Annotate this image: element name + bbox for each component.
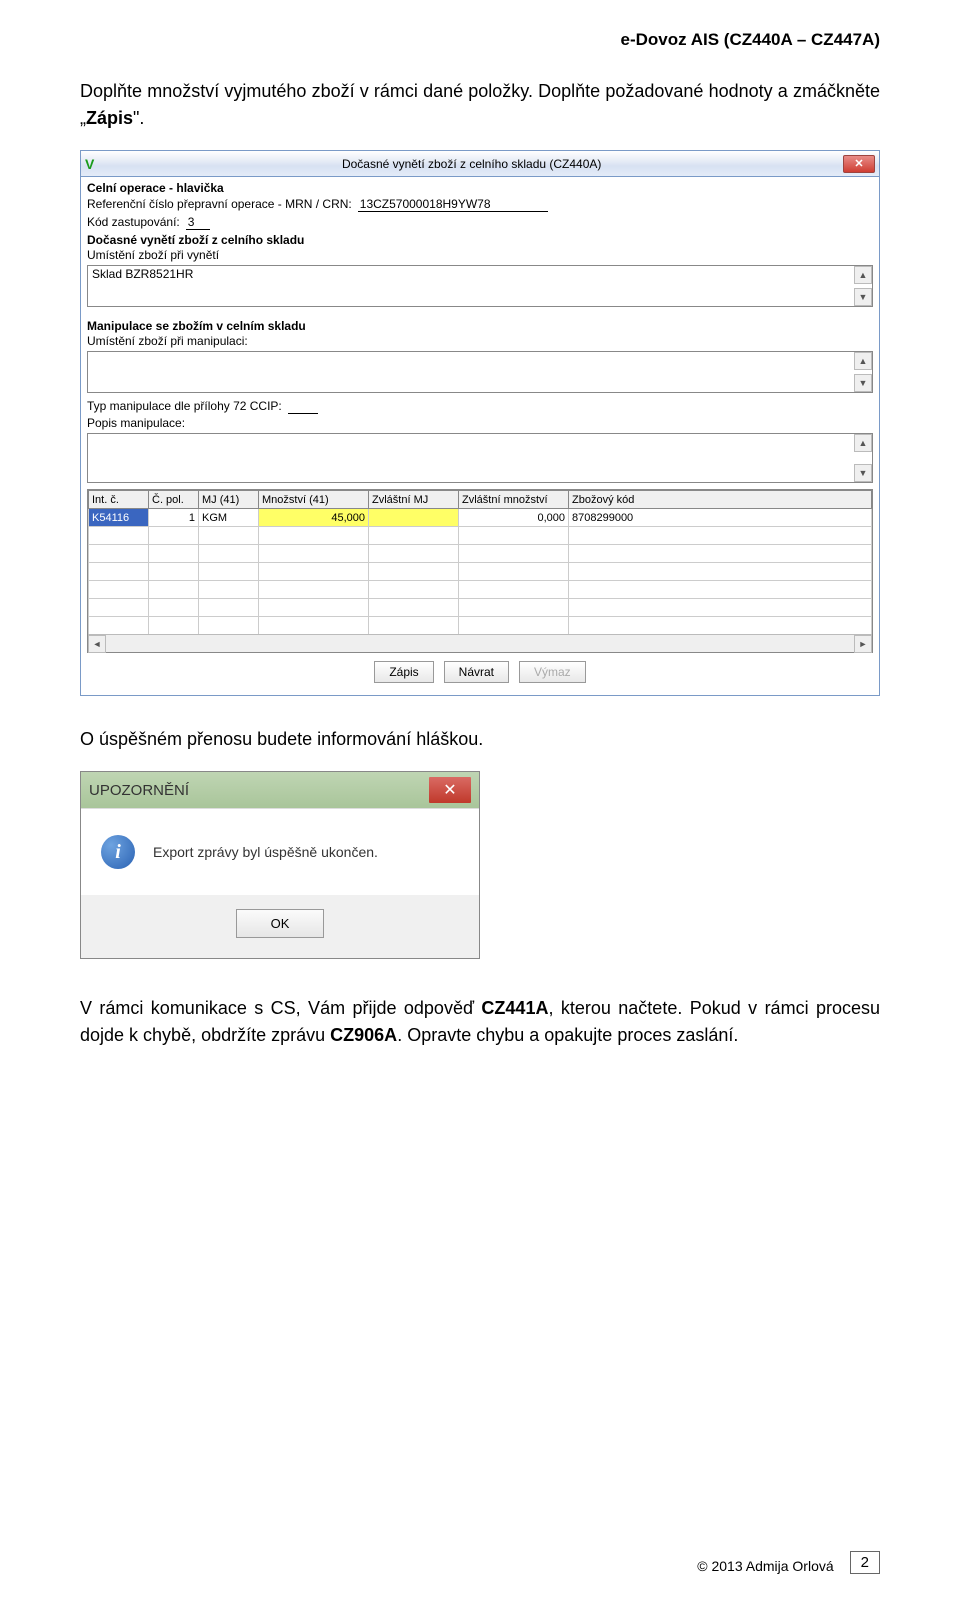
page-number: 2 — [850, 1551, 880, 1574]
section-header-3: Manipulace se zbožím v celním skladu — [87, 317, 873, 333]
msgbox-titlebar: UPOZORNĚNÍ ✕ — [81, 772, 479, 808]
scroll-up-icon[interactable]: ▲ — [854, 434, 872, 452]
scroll-right-icon[interactable]: ► — [854, 635, 872, 653]
instruction-3: V rámci komunikace s CS, Vám přijde odpo… — [80, 995, 880, 1049]
table-row[interactable]: K54116 1 KGM 45,000 0,000 8708299000 — [89, 509, 872, 527]
zapis-button[interactable]: Zápis — [374, 661, 433, 683]
cell-mnozstvi[interactable]: 45,000 — [259, 509, 369, 527]
label-kod-zastupovani: Kód zastupování: — [87, 215, 180, 229]
col-c-pol[interactable]: Č. pol. — [149, 491, 199, 509]
col-zbozovy-kod[interactable]: Zbožový kód — [569, 491, 872, 509]
table-row[interactable] — [89, 599, 872, 617]
text: . Opravte chybu a opakujte proces zaslán… — [397, 1025, 738, 1045]
table-row[interactable] — [89, 527, 872, 545]
window-title: Dočasné vynětí zboží z celního skladu (C… — [100, 157, 843, 171]
cell-zvlastni-mnozstvi[interactable]: 0,000 — [459, 509, 569, 527]
scroll-down-icon[interactable]: ▼ — [854, 464, 872, 482]
text: Doplňte množství vyjmutého zboží v rámci… — [80, 81, 880, 128]
section-header-1: Celní operace - hlavička — [87, 179, 873, 195]
label-typ-manipulace: Typ manipulace dle přílohy 72 CCIP: — [87, 399, 282, 413]
scroll-up-icon[interactable]: ▲ — [854, 352, 872, 370]
cell-cpol[interactable]: 1 — [149, 509, 199, 527]
col-int-c[interactable]: Int. č. — [89, 491, 149, 509]
label-popis-manipulace: Popis manipulace: — [87, 416, 185, 430]
text: ". — [133, 108, 144, 128]
section-header-2: Dočasné vynětí zboží z celního skladu — [87, 231, 873, 247]
doc-header: e-Dovoz AIS (CZ440A – CZ447A) — [80, 30, 880, 50]
cell-zbozovy-kod[interactable]: 8708299000 — [569, 509, 872, 527]
col-mnozstvi[interactable]: Množství (41) — [259, 491, 369, 509]
listbox-popis-manipulace[interactable]: ▲ ▼ — [87, 433, 873, 483]
code-cz906a: CZ906A — [330, 1025, 397, 1045]
ok-button[interactable]: OK — [236, 909, 325, 938]
scroll-down-icon[interactable]: ▼ — [854, 374, 872, 392]
horizontal-scrollbar[interactable]: ◄ ► — [88, 634, 872, 652]
vymaz-button[interactable]: Výmaz — [519, 661, 586, 683]
cell-zvlastni-mj[interactable] — [369, 509, 459, 527]
label-mrn: Referenční číslo přepravní operace - MRN… — [87, 197, 352, 211]
zapis-word: Zápis — [86, 108, 133, 128]
input-mrn[interactable] — [358, 196, 548, 212]
listbox-umisteni-vyneti[interactable]: Sklad BZR8521HR ▲ ▼ — [87, 265, 873, 307]
page-footer: © 2013 Admija Orlová 2 — [697, 1551, 880, 1574]
items-grid[interactable]: Int. č. Č. pol. MJ (41) Množství (41) Zv… — [87, 489, 873, 653]
code-cz441a: CZ441A — [481, 998, 548, 1018]
scroll-down-icon[interactable]: ▼ — [854, 288, 872, 306]
msgbox-title: UPOZORNĚNÍ — [89, 782, 189, 799]
label-umisteni-vyneti: Umístění zboží při vynětí — [87, 248, 219, 262]
listbox-umisteni-manipulace[interactable]: ▲ ▼ — [87, 351, 873, 393]
label-umisteni-manipulace: Umístění zboží při manipulaci: — [87, 334, 248, 348]
col-zvlastni-mnozstvi[interactable]: Zvláštní množství — [459, 491, 569, 509]
info-icon: i — [101, 835, 135, 869]
scroll-up-icon[interactable]: ▲ — [854, 266, 872, 284]
copyright: © 2013 Admija Orlová — [697, 1558, 833, 1574]
instruction-1: Doplňte množství vyjmutého zboží v rámci… — [80, 78, 880, 132]
col-zvlastni-mj[interactable]: Zvláštní MJ — [369, 491, 459, 509]
table-row[interactable] — [89, 581, 872, 599]
grid-header-row: Int. č. Č. pol. MJ (41) Množství (41) Zv… — [89, 491, 872, 509]
scroll-left-icon[interactable]: ◄ — [88, 635, 106, 653]
text: V rámci komunikace s CS, Vám přijde odpo… — [80, 998, 481, 1018]
close-icon[interactable]: ✕ — [843, 155, 875, 173]
app-window-cz440a: V Dočasné vynětí zboží z celního skladu … — [80, 150, 880, 696]
msgbox-text: Export zprávy byl úspěšně ukončen. — [153, 844, 378, 860]
input-kod-zastupovani[interactable] — [186, 214, 210, 230]
col-mj[interactable]: MJ (41) — [199, 491, 259, 509]
titlebar: V Dočasné vynětí zboží z celního skladu … — [81, 151, 879, 177]
cell-mj[interactable]: KGM — [199, 509, 259, 527]
list-item[interactable]: Sklad BZR8521HR — [88, 266, 872, 282]
navrat-button[interactable]: Návrat — [444, 661, 509, 683]
cell-intc[interactable]: K54116 — [89, 509, 149, 527]
table-row[interactable] — [89, 563, 872, 581]
input-typ-manipulace[interactable] — [288, 398, 318, 414]
instruction-2: O úspěšném přenosu budete informování hl… — [80, 726, 880, 753]
table-row[interactable] — [89, 617, 872, 635]
message-box-upozorneni: UPOZORNĚNÍ ✕ i Export zprávy byl úspěšně… — [80, 771, 480, 959]
app-icon: V — [85, 156, 94, 172]
close-icon[interactable]: ✕ — [429, 777, 471, 803]
table-row[interactable] — [89, 545, 872, 563]
